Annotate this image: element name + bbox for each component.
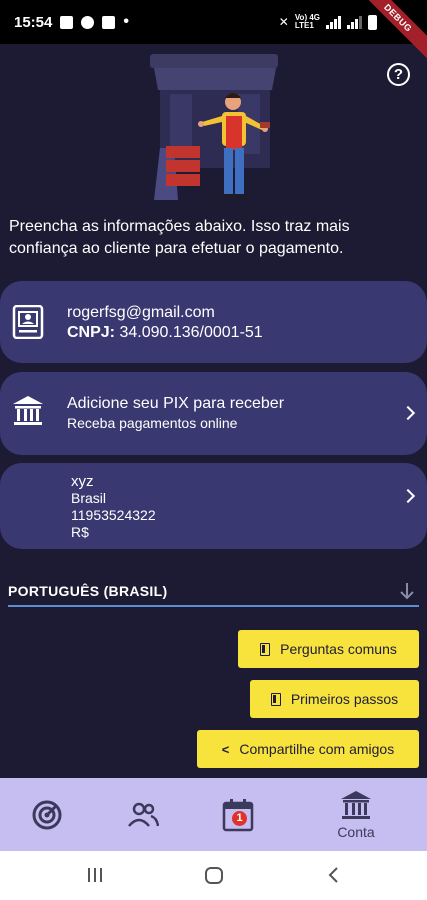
people-icon: [128, 802, 159, 827]
calendar-badge: 1: [232, 810, 247, 826]
profile-card[interactable]: rogerfsg@gmail.com CNPJ: 34.090.136/0001…: [0, 281, 427, 363]
arrow-down-icon: [400, 583, 414, 600]
nav-customers[interactable]: [98, 778, 188, 851]
back-icon[interactable]: [325, 865, 343, 885]
dashboard-icon: [32, 800, 62, 829]
mute-icon: ✕: [278, 15, 289, 29]
signal-icon: [326, 15, 341, 29]
shopkeeper-illustration: [150, 54, 278, 200]
address-line-4: R$: [71, 524, 89, 540]
first-steps-button[interactable]: Primeiros passos: [250, 680, 419, 718]
chevron-right-icon: [400, 405, 416, 421]
recent-apps-icon[interactable]: [86, 865, 104, 885]
home-icon[interactable]: [204, 865, 224, 885]
system-navigation-bar: [0, 851, 427, 900]
profile-email: rogerfsg@gmail.com: [67, 304, 215, 321]
share-button-label: Compartilhe com amigos: [239, 741, 395, 757]
faq-button-label: Perguntas comuns: [280, 641, 397, 657]
nav-account[interactable]: Conta: [311, 778, 401, 851]
first-steps-button-label: Primeiros passos: [290, 691, 399, 707]
gallery-icon: [60, 15, 74, 29]
book-icon: [260, 642, 271, 656]
cnpj-value: 34.090.136/0001-51: [115, 324, 263, 341]
share-button[interactable]: < Compartilhe com amigos: [197, 730, 419, 768]
pix-card[interactable]: Adicione seu PIX para receber Receba pag…: [0, 372, 427, 455]
check-icon: [102, 15, 116, 29]
status-bar: 15:54 • ✕ Vo) 4G LTE1 DEBUG: [0, 0, 427, 63]
nav-calendar[interactable]: 1: [193, 778, 283, 851]
nav-dashboard[interactable]: [2, 778, 92, 851]
pix-subtitle: Receba pagamentos online: [67, 415, 238, 431]
help-button[interactable]: ?: [387, 63, 410, 86]
chevron-right-icon: [400, 488, 416, 504]
nav-account-label: Conta: [337, 823, 375, 840]
book-icon: [270, 692, 281, 706]
bottom-navigation: 1 Conta: [0, 778, 427, 851]
language-dropdown[interactable]: PORTUGUÊS (BRASIL): [8, 575, 419, 607]
bank-icon: [13, 396, 43, 425]
bank-icon: [341, 790, 371, 819]
debug-banner: DEBUG: [353, 0, 427, 63]
signal-2-icon: [347, 15, 362, 29]
language-selected: PORTUGUÊS (BRASIL): [8, 583, 168, 599]
address-line-1: xyz: [71, 473, 94, 490]
pix-title: Adicione seu PIX para receber: [67, 395, 285, 412]
address-card[interactable]: xyz Brasil 11953524322 R$: [0, 463, 427, 549]
share-icon: <: [221, 741, 230, 757]
battery-icon: [368, 14, 377, 30]
app-notification-icon: [81, 15, 95, 29]
address-line-2: Brasil: [71, 490, 107, 506]
cnpj-label: CNPJ:: [67, 324, 116, 341]
dot-icon: •: [123, 13, 129, 30]
network-type-2: LTE1: [294, 21, 314, 30]
faq-button[interactable]: Perguntas comuns: [238, 630, 419, 668]
intro-text: Preencha as informações abaixo. Isso tra…: [9, 218, 350, 257]
contact-card-icon: [12, 305, 44, 339]
address-line-3: 11953524322: [71, 507, 156, 523]
status-time: 15:54: [14, 13, 53, 31]
